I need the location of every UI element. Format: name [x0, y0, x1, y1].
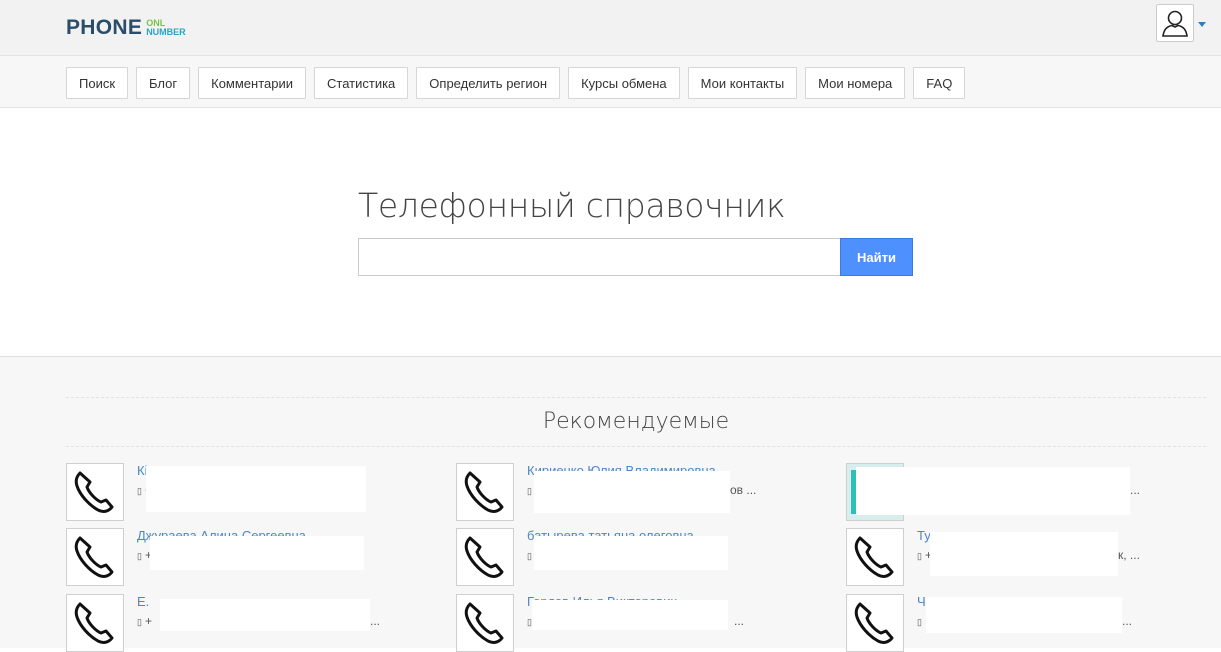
- mobile-icon: ▯: [917, 617, 922, 627]
- contact-name[interactable]: Ту: [917, 528, 931, 543]
- contact-card[interactable]: ▯ ...: [846, 463, 1186, 521]
- page-title: Телефонный справочник: [358, 186, 786, 225]
- mobile-icon: ▯: [137, 551, 142, 561]
- nav-item-statistics[interactable]: Статистика: [314, 67, 409, 99]
- phone-icon: [66, 528, 124, 586]
- contact-card[interactable]: Гордов Илья Викторович ▯ ...: [456, 594, 796, 652]
- hero-section: Телефонный справочник Найти: [0, 108, 1221, 356]
- redaction-box: [532, 600, 728, 630]
- phone-icon: [456, 463, 514, 521]
- redaction-box: [534, 536, 728, 570]
- redaction-box: [534, 471, 730, 513]
- chevron-down-icon[interactable]: [1198, 22, 1206, 27]
- divider: [66, 446, 1206, 447]
- contact-name[interactable]: Е.: [137, 594, 149, 609]
- contact-address-tail: ов ...: [730, 483, 757, 497]
- contact-address-tail: ...: [1130, 483, 1141, 497]
- phone-icon: [846, 528, 904, 586]
- redaction-box: [856, 467, 1130, 515]
- user-menu-button[interactable]: [1156, 4, 1194, 42]
- mobile-icon: ▯: [527, 551, 532, 561]
- contact-card[interactable]: Кириенко Юлия Владимировна ▯ ов ...: [456, 463, 796, 521]
- recommended-section: Рекомендуемые Кі ▯+ Кириенко Юлия Владим…: [0, 356, 1221, 652]
- mobile-icon: ▯: [137, 486, 142, 496]
- contact-card[interactable]: Ту ▯ + к, ...: [846, 528, 1186, 586]
- phone-icon: [66, 463, 124, 521]
- contact-address-tail: ...: [370, 614, 381, 628]
- site-header: PHONE ONL NUMBER: [0, 0, 1221, 56]
- site-logo[interactable]: PHONE ONL NUMBER: [66, 14, 186, 42]
- section-title: Рекомендуемые: [542, 409, 730, 434]
- contact-address-tail: ...: [1122, 614, 1133, 628]
- contact-phone: ▯+: [137, 614, 152, 628]
- nav-item-my-contacts[interactable]: Мои контакты: [687, 67, 798, 99]
- contact-card[interactable]: Е. ▯ + ...: [66, 594, 406, 652]
- divider: [66, 397, 1206, 398]
- contact-phone-number: +: [144, 614, 152, 628]
- phone-icon: [66, 594, 124, 652]
- nav-item-region[interactable]: Определить регион: [416, 67, 561, 99]
- nav-item-comments[interactable]: Комментарии: [198, 67, 307, 99]
- nav-item-my-numbers[interactable]: Мои номера: [805, 67, 906, 99]
- nav-item-faq[interactable]: FAQ: [913, 67, 966, 99]
- contact-address-tail: ...: [734, 614, 745, 628]
- user-icon: [1162, 10, 1188, 37]
- nav-item-blog[interactable]: Блог: [136, 67, 191, 99]
- search-button[interactable]: Найти: [840, 238, 913, 276]
- redaction-box: [160, 599, 370, 631]
- mobile-icon: ▯: [917, 551, 922, 561]
- contact-card[interactable]: батырева татьяна олеговна ▯: [456, 528, 796, 586]
- redaction-box: [926, 597, 1122, 633]
- contact-name[interactable]: Ч: [917, 594, 926, 609]
- logo-text: PHONE: [66, 16, 143, 39]
- contact-card[interactable]: Джураева Алина Сергеевна ▯+: [66, 528, 406, 586]
- contact-card[interactable]: Ч ▯ ...: [846, 594, 1186, 652]
- phone-icon: [456, 594, 514, 652]
- logo-subtext: ONL NUMBER: [146, 19, 186, 37]
- nav-item-exchange-rates[interactable]: Курсы обмена: [568, 67, 680, 99]
- mobile-icon: ▯: [527, 486, 532, 496]
- contact-phone: ▯: [917, 614, 925, 628]
- main-nav: Поиск Блог Комментарии Статистика Опреде…: [0, 56, 1221, 108]
- phone-icon: [846, 594, 904, 652]
- contact-card[interactable]: Кі ▯+: [66, 463, 406, 521]
- redaction-box: [930, 532, 1118, 576]
- mobile-icon: ▯: [137, 617, 142, 627]
- phone-icon: [456, 528, 514, 586]
- nav-item-search[interactable]: Поиск: [66, 67, 129, 99]
- search-input[interactable]: [358, 238, 841, 276]
- redaction-box: [146, 466, 366, 512]
- contact-address-tail: к, ...: [1118, 548, 1140, 562]
- nav-list: Поиск Блог Комментарии Статистика Опреде…: [66, 67, 973, 99]
- logo-sub-bottom: NUMBER: [146, 27, 186, 37]
- redaction-box: [150, 536, 364, 570]
